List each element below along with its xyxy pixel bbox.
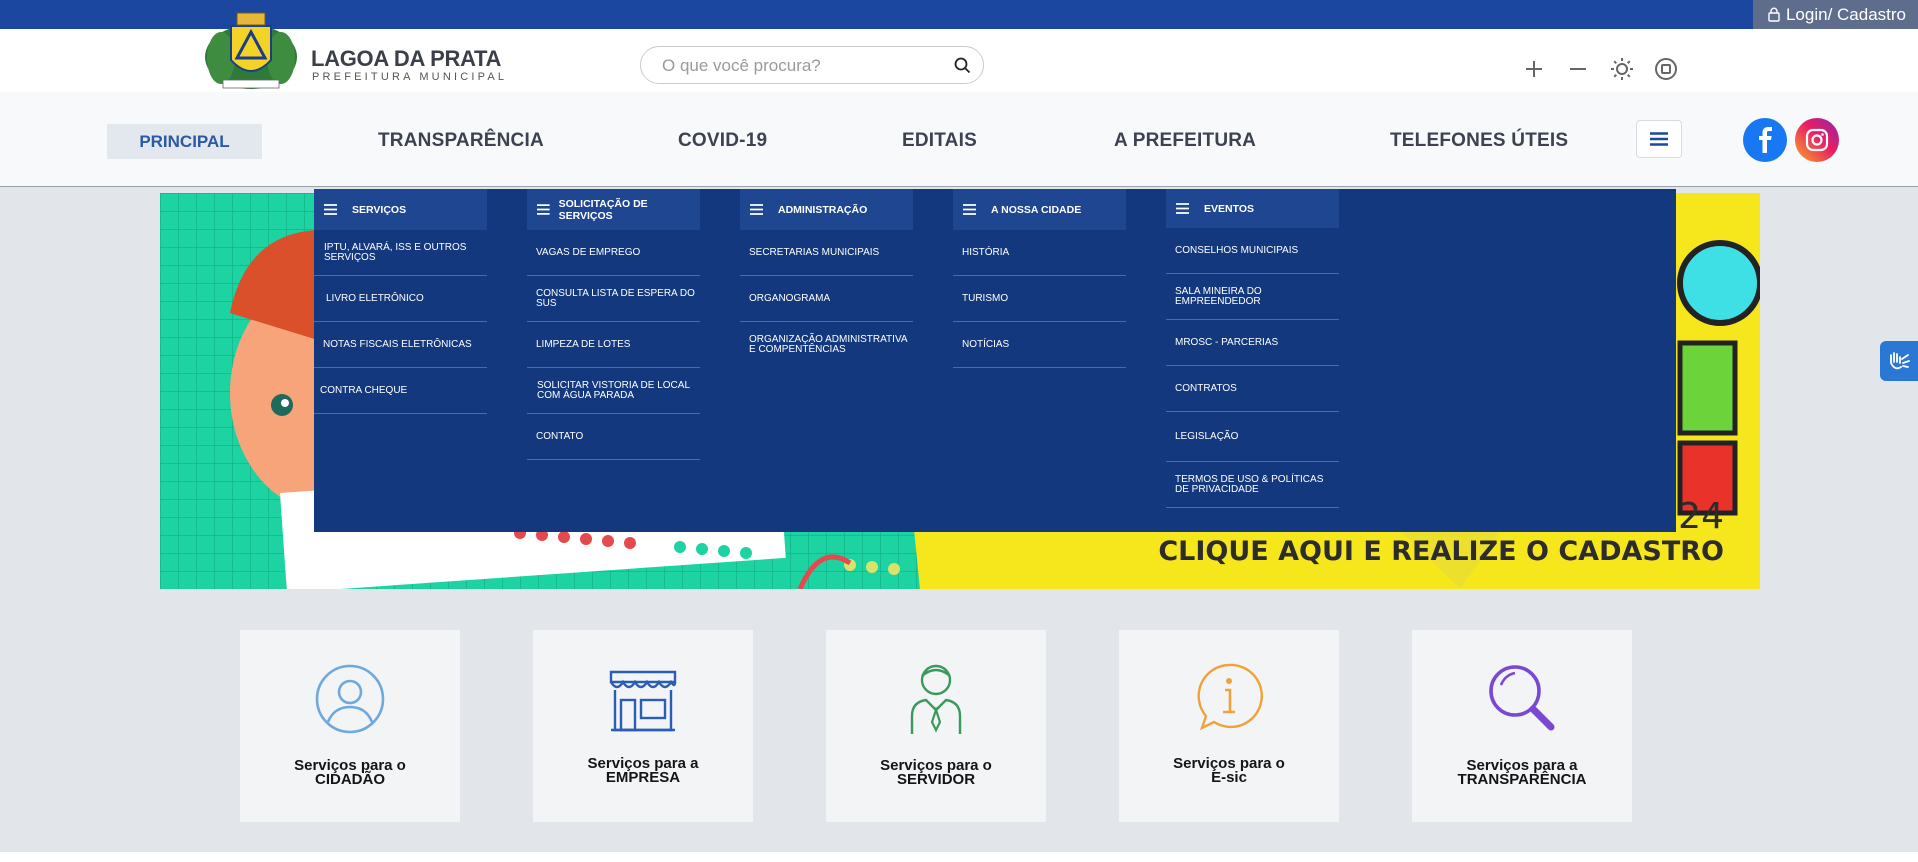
menu-column-header[interactable]: SOLICITAÇÃO DE SERVIÇOS (527, 189, 700, 230)
menu-item[interactable]: IPTU, ALVARÁ, ISS E OUTROS SERVIÇOS (314, 230, 487, 276)
employee-icon (910, 664, 962, 734)
menu-column-title: SOLICITAÇÃO DE SERVIÇOS (558, 197, 648, 222)
nav-item-telefones[interactable]: TELEFONES ÚTEIS (1390, 130, 1568, 152)
lock-icon (1768, 7, 1780, 22)
menu-item[interactable]: NOTÍCIAS (953, 322, 1126, 368)
facebook-link[interactable] (1743, 118, 1787, 162)
logo-title[interactable]: LAGOA DA PRATA (311, 46, 501, 72)
menu-item[interactable]: ORGANOGRAMA (740, 276, 913, 322)
contrast-button[interactable] (1609, 56, 1635, 82)
magnifier-icon (1489, 665, 1555, 731)
menu-column-cidade: A NOSSA CIDADE HISTÓRIA TURISMO NOTÍCIAS (953, 189, 1126, 368)
search-icon[interactable] (954, 57, 971, 74)
menu-column-header[interactable]: EVENTOS (1166, 189, 1339, 228)
menu-item[interactable]: HISTÓRIA (953, 230, 1126, 276)
menu-item[interactable]: MROSC - PARCERIAS (1166, 320, 1339, 366)
menu-item[interactable]: CONSULTA LISTA DE ESPERA DO SUS (527, 276, 700, 322)
menu-column-header[interactable]: A NOSSA CIDADE (953, 189, 1126, 230)
menu-item[interactable]: LIVRO ELETRÔNICO (314, 276, 487, 322)
card-esic[interactable]: Serviços para o E-sic (1119, 630, 1339, 822)
card-servidor[interactable]: Serviços para o SERVIDOR (826, 630, 1046, 822)
card-cidadao[interactable]: Serviços para o CIDADÃO (240, 630, 460, 822)
menu-column-title: SERVIÇOS (352, 203, 407, 216)
card-label-line2: E-sic (1211, 769, 1247, 786)
main-nav: PRINCIPAL TRANSPARÊNCIA COVID-19 EDITAIS… (0, 92, 1918, 187)
menu-item[interactable]: CONTRA CHEQUE (314, 368, 487, 414)
hamburger-icon (963, 204, 976, 215)
stop-animation-button[interactable] (1653, 56, 1679, 82)
login-label: Login/ Cadastro (1785, 4, 1906, 24)
menu-item[interactable]: LEGISLAÇÃO (1166, 412, 1339, 462)
menu-item[interactable]: SALA MINEIRA DO EMPREENDEDOR (1166, 274, 1339, 320)
menu-column-eventos: EVENTOS CONSELHOS MUNICIPAIS SALA MINEIR… (1166, 189, 1339, 508)
menu-column-title: A NOSSA CIDADE (991, 203, 1082, 216)
menu-item[interactable]: ORGANIZAÇÃO ADMINISTRATIVA E COMPENTÊNCI… (740, 322, 913, 368)
menu-item[interactable]: CONSELHOS MUNICIPAIS (1166, 228, 1339, 274)
nav-item-transparencia[interactable]: TRANSPARÊNCIA (378, 130, 544, 152)
menu-column-header[interactable]: ADMINISTRAÇÃO (740, 189, 913, 230)
card-label-line2: TRANSPARÊNCIA (1457, 771, 1587, 788)
menu-item[interactable]: SOLICITAR VISTORIA DE LOCAL COM ÁGUA PAR… (527, 368, 700, 414)
menu-column-title: EVENTOS (1204, 202, 1254, 215)
instagram-link[interactable] (1795, 118, 1839, 162)
card-transparencia[interactable]: Serviços para a TRANSPARÊNCIA (1412, 630, 1632, 822)
search-input[interactable] (660, 53, 944, 79)
login-button[interactable]: Login/ Cadastro (1752, 0, 1918, 29)
logo-subtitle: PREFEITURA MUNICIPAL (312, 71, 508, 83)
contrast-sun-icon (1611, 58, 1633, 80)
facebook-icon (1759, 127, 1772, 153)
search-box (640, 46, 984, 84)
hamburger-icon (1650, 132, 1668, 146)
city-crest-logo[interactable] (201, 10, 301, 94)
banner-cta[interactable]: CLIQUE AQUI E REALIZE O CADASTRO (1158, 536, 1724, 567)
menu-item[interactable]: CONTATO (527, 414, 700, 460)
menu-column-solicitacao: SOLICITAÇÃO DE SERVIÇOS VAGAS DE EMPREGO… (527, 189, 700, 460)
instagram-icon (1805, 128, 1829, 152)
storefront-icon (609, 670, 677, 732)
page-bottom (0, 852, 1918, 862)
user-circle-icon (315, 664, 385, 734)
card-label-line2: CIDADÃO (315, 771, 385, 788)
minus-icon (1570, 68, 1586, 70)
card-label-line2: EMPRESA (605, 769, 681, 786)
plus-icon (1526, 61, 1542, 77)
menu-item[interactable]: CONTRATOS (1166, 366, 1339, 412)
mega-menu: SERVIÇOS IPTU, ALVARÁ, ISS E OUTROS SERV… (314, 189, 1676, 532)
menu-item[interactable]: TERMOS DE USO & POLÍTICAS DE PRIVACIDADE (1166, 462, 1339, 508)
hamburger-icon (324, 204, 337, 215)
menu-column-title: ADMINISTRAÇÃO (778, 203, 868, 216)
hamburger-icon (1176, 203, 1189, 214)
hamburger-icon (537, 204, 550, 215)
menu-item[interactable]: TURISMO (953, 276, 1126, 322)
accessibility-button[interactable] (1880, 341, 1918, 381)
nav-item-prefeitura[interactable]: A PREFEITURA (1114, 130, 1256, 152)
hamburger-icon (750, 204, 763, 215)
menu-item[interactable]: LIMPEZA DE LOTES (527, 322, 700, 368)
nav-item-covid[interactable]: COVID-19 (678, 130, 767, 152)
menu-column-header[interactable]: SERVIÇOS (314, 189, 487, 230)
card-empresa[interactable]: Serviços para a EMPRESA (533, 630, 753, 822)
stop-circle-icon (1655, 58, 1677, 80)
menu-column-administracao: ADMINISTRAÇÃO SECRETARIAS MUNICIPAIS ORG… (740, 189, 913, 368)
increase-font-button[interactable] (1521, 56, 1547, 82)
decrease-font-button[interactable] (1565, 56, 1591, 82)
menu-item[interactable]: VAGAS DE EMPREGO (527, 230, 700, 276)
menu-column-servicos: SERVIÇOS IPTU, ALVARÁ, ISS E OUTROS SERV… (314, 189, 487, 414)
menu-item[interactable]: SECRETARIAS MUNICIPAIS (740, 230, 913, 276)
sign-language-hands-icon (1890, 352, 1910, 370)
nav-item-principal[interactable]: PRINCIPAL (107, 124, 262, 159)
card-label-line2: SERVIDOR (896, 771, 976, 788)
menu-toggle-button[interactable] (1636, 120, 1682, 158)
info-chat-icon (1197, 663, 1263, 731)
nav-item-editais[interactable]: EDITAIS (902, 130, 977, 152)
menu-item[interactable]: NOTAS FISCAIS ELETRÔNICAS (314, 322, 487, 368)
